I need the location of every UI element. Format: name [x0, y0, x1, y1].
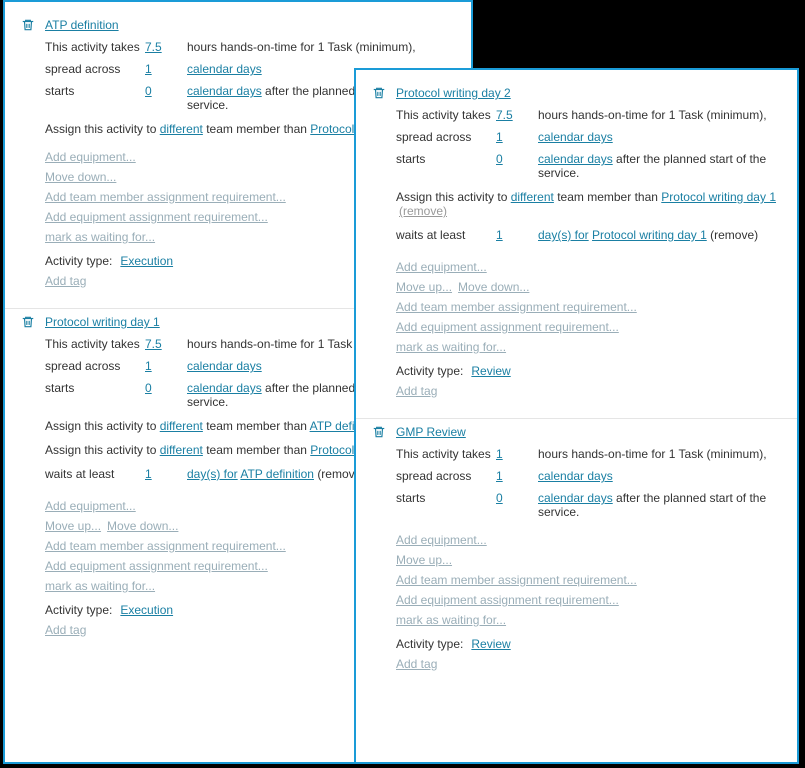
remove-link[interactable]: (remove) [399, 204, 447, 218]
label-spread: spread across [45, 62, 145, 76]
add-equip-req-link[interactable]: Add equipment assignment requirement... [396, 320, 781, 334]
value-spread[interactable]: 1 [496, 130, 538, 144]
at-least[interactable]: at least [427, 228, 466, 242]
add-equipment-link[interactable]: Add equipment... [396, 533, 781, 547]
calendar-days-link[interactable]: calendar days [538, 130, 613, 144]
assign-different[interactable]: different [160, 443, 203, 457]
days-link[interactable]: day(s) for [187, 467, 238, 481]
activity-type-label: Activity type: [396, 637, 463, 651]
label-starts: starts [45, 84, 145, 98]
value-starts[interactable]: 0 [145, 381, 187, 395]
value-starts[interactable]: 0 [496, 152, 538, 166]
wait-target[interactable]: Protocol writing day 1 [592, 228, 707, 242]
label-starts: starts [396, 152, 496, 166]
activity-card: Protocol writing day 2 This activity take… [356, 80, 797, 419]
calendar-days-link[interactable]: calendar days [187, 62, 262, 76]
activity-type-label: Activity type: [396, 364, 463, 378]
activity-type-value[interactable]: Execution [120, 603, 173, 617]
move-up-link[interactable]: Move up... [396, 553, 452, 567]
calendar-days-link[interactable]: calendar days [538, 491, 613, 505]
add-team-req-link[interactable]: Add team member assignment requirement..… [396, 573, 781, 587]
remove-link[interactable]: (remove) [710, 228, 758, 242]
add-tag-link[interactable]: Add tag [396, 657, 781, 671]
move-up-link[interactable]: Move up... [45, 519, 101, 533]
value-spread[interactable]: 1 [145, 62, 187, 76]
value-takes[interactable]: 1 [496, 447, 538, 461]
activity-type-label: Activity type: [45, 603, 112, 617]
assign-different[interactable]: different [511, 190, 554, 204]
activity-title[interactable]: ATP definition [45, 18, 119, 32]
value-starts[interactable]: 0 [145, 84, 187, 98]
unit-takes: hours hands-on-time for 1 Task (minimum)… [538, 108, 781, 122]
add-tag-link[interactable]: Add tag [396, 384, 781, 398]
label-takes: This activity takes [396, 108, 496, 122]
trash-icon[interactable] [372, 86, 386, 100]
assign-target[interactable]: Protocol writing day 1 [661, 190, 776, 204]
assign-different[interactable]: different [160, 419, 203, 433]
unit-waits: day(s) for Protocol writing day 1 (remov… [538, 228, 781, 242]
activity-card: GMP Review This activity takes1hours hand… [356, 419, 797, 691]
value-takes[interactable]: 7.5 [145, 40, 187, 54]
activity-panel-right: Protocol writing day 2 This activity take… [354, 68, 799, 764]
value-waits[interactable]: 1 [145, 467, 187, 481]
value-waits[interactable]: 1 [496, 228, 538, 242]
days-link[interactable]: day(s) for [538, 228, 589, 242]
activity-title[interactable]: Protocol writing day 2 [396, 86, 511, 100]
label-takes: This activity takes [396, 447, 496, 461]
trash-icon[interactable] [21, 315, 35, 329]
activity-type-row: Activity type: Review [396, 364, 781, 378]
calendar-days-link[interactable]: calendar days [187, 381, 262, 395]
activity-type-label: Activity type: [45, 254, 112, 268]
calendar-days-link[interactable]: calendar days [538, 469, 613, 483]
at-least[interactable]: at least [76, 467, 115, 481]
unit-spread: calendar days [538, 130, 781, 144]
activity-type-value[interactable]: Review [471, 364, 510, 378]
label-starts: starts [45, 381, 145, 395]
value-starts[interactable]: 0 [496, 491, 538, 505]
assign-different[interactable]: different [160, 122, 203, 136]
calendar-days-link[interactable]: calendar days [187, 84, 262, 98]
activity-type-row: Activity type: Review [396, 637, 781, 651]
move-up-link[interactable]: Move up... [396, 280, 452, 294]
calendar-days-link[interactable]: calendar days [187, 359, 262, 373]
add-equipment-link[interactable]: Add equipment... [396, 260, 781, 274]
label-takes: This activity takes [45, 337, 145, 351]
assign-rule: Assign this activity to different team m… [396, 190, 781, 218]
label-spread: spread across [396, 130, 496, 144]
activity-title[interactable]: GMP Review [396, 425, 466, 439]
label-takes: This activity takes [45, 40, 145, 54]
move-down-link[interactable]: Move down... [107, 519, 178, 533]
move-down-link[interactable]: Move down... [458, 280, 529, 294]
label-waits: waits at least [396, 228, 496, 242]
mark-waiting-link[interactable]: mark as waiting for... [396, 613, 781, 627]
unit-spread: calendar days [538, 469, 781, 483]
wait-target[interactable]: ATP definition [240, 467, 314, 481]
label-starts: starts [396, 491, 496, 505]
label-waits: waits at least [45, 467, 145, 481]
card-actions: Add equipment... Move up... Add team membe… [396, 533, 781, 627]
unit-takes: hours hands-on-time for 1 Task (minimum)… [538, 447, 781, 461]
activity-type-value[interactable]: Execution [120, 254, 173, 268]
add-equip-req-link[interactable]: Add equipment assignment requirement... [396, 593, 781, 607]
activity-type-value[interactable]: Review [471, 637, 510, 651]
card-actions: Add equipment... Move up... Move down... Ad… [396, 260, 781, 354]
unit-takes: hours hands-on-time for 1 Task (minimum)… [187, 40, 455, 54]
value-spread[interactable]: 1 [145, 359, 187, 373]
activity-title[interactable]: Protocol writing day 1 [45, 315, 160, 329]
move-down-link[interactable]: Move down... [45, 170, 116, 184]
calendar-days-link[interactable]: calendar days [538, 152, 613, 166]
label-spread: spread across [396, 469, 496, 483]
unit-starts: calendar days after the planned start of… [538, 491, 781, 519]
add-team-req-link[interactable]: Add team member assignment requirement..… [396, 300, 781, 314]
mark-waiting-link[interactable]: mark as waiting for... [396, 340, 781, 354]
value-spread[interactable]: 1 [496, 469, 538, 483]
label-spread: spread across [45, 359, 145, 373]
value-takes[interactable]: 7.5 [145, 337, 187, 351]
trash-icon[interactable] [372, 425, 386, 439]
unit-starts: calendar days after the planned start of… [538, 152, 781, 180]
trash-icon[interactable] [21, 18, 35, 32]
value-takes[interactable]: 7.5 [496, 108, 538, 122]
